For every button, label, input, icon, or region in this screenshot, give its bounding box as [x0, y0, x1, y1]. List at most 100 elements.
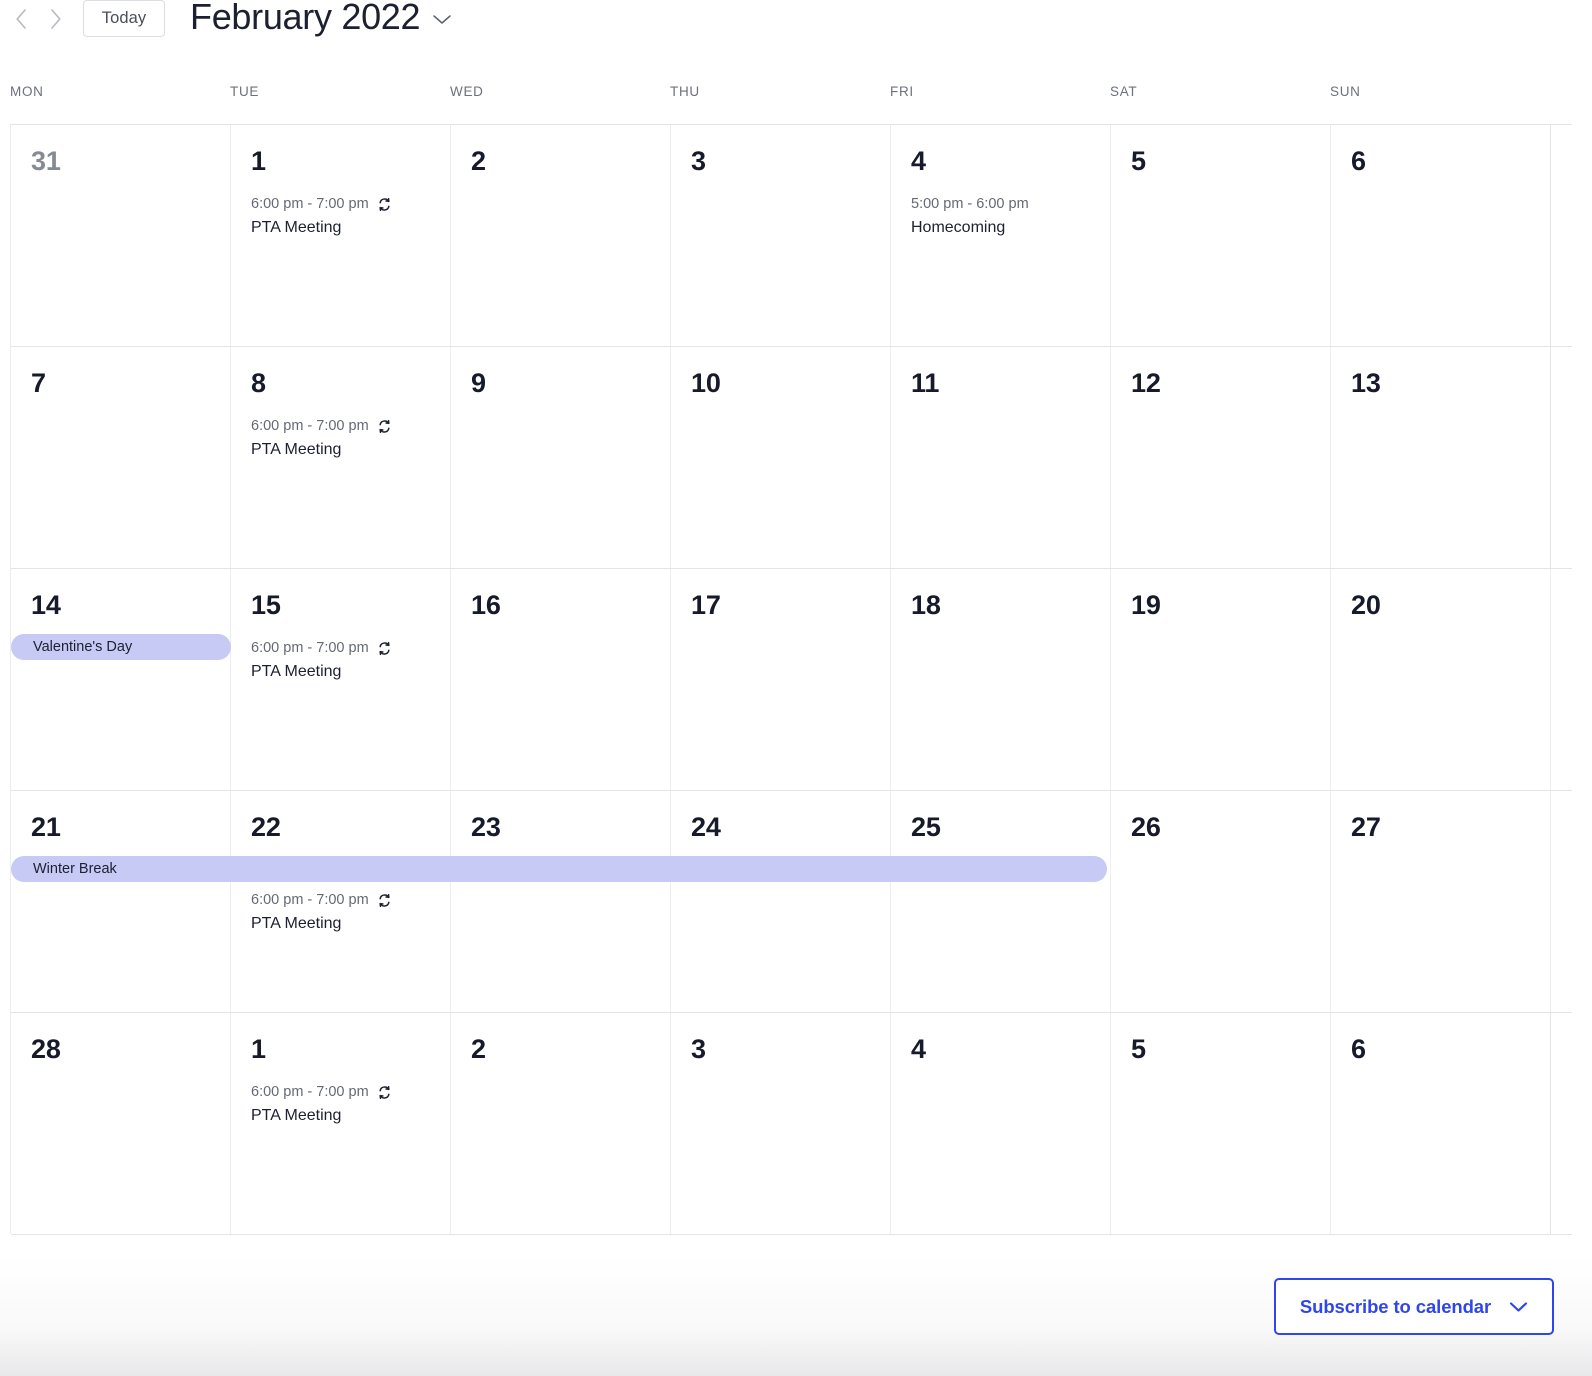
- day-number: 4: [911, 1034, 926, 1064]
- event-time: 6:00 pm - 7:00 pm: [251, 415, 430, 437]
- weekday-label-sat: SAT: [1110, 84, 1138, 99]
- all-day-event-label: Winter Break: [33, 861, 117, 877]
- calendar-day-cell[interactable]: 31: [11, 125, 231, 346]
- calendar-grid: 31 1 6:00 pm - 7:00 pm PTA Meeting 2 3 4 5:00 p…: [10, 124, 1572, 1235]
- calendar-week-row: 7 8 6:00 pm - 7:00 pm PTA Meeting 9 10 11 12 13: [11, 347, 1572, 569]
- calendar-day-cell[interactable]: 10: [671, 347, 891, 568]
- day-number: 1: [251, 1034, 266, 1064]
- prev-month-button[interactable]: [4, 2, 38, 36]
- calendar-day-cell[interactable]: 7: [11, 347, 231, 568]
- day-number: 19: [1131, 590, 1161, 620]
- day-number: 25: [911, 812, 941, 842]
- calendar-day-cell[interactable]: 25: [891, 791, 1111, 1012]
- calendar-day-cell[interactable]: 24: [671, 791, 891, 1012]
- calendar-day-cell[interactable]: 1 6:00 pm - 7:00 pm PTA Meeting: [231, 125, 451, 346]
- day-number: 5: [1131, 146, 1146, 176]
- calendar-day-cell[interactable]: 1 6:00 pm - 7:00 pm PTA Meeting: [231, 1013, 451, 1234]
- calendar-day-cell[interactable]: 3: [671, 125, 891, 346]
- day-number: 16: [471, 590, 501, 620]
- day-events-list: 6:00 pm - 7:00 pm PTA Meeting: [231, 415, 450, 468]
- day-number: 12: [1131, 368, 1161, 398]
- calendar-day-cell[interactable]: 11: [891, 347, 1111, 568]
- calendar-day-cell[interactable]: 6: [1331, 1013, 1551, 1234]
- calendar-day-cell[interactable]: 3: [671, 1013, 891, 1234]
- day-number: 31: [31, 146, 61, 176]
- day-number: 4: [911, 146, 926, 176]
- all-day-event-bar[interactable]: Winter Break: [11, 856, 1107, 882]
- day-number: 21: [31, 812, 61, 842]
- calendar-day-cell[interactable]: 28: [11, 1013, 231, 1234]
- event-time-text: 6:00 pm - 7:00 pm: [251, 1084, 369, 1100]
- day-number: 8: [251, 368, 266, 398]
- calendar-day-cell[interactable]: 23: [451, 791, 671, 1012]
- event-title: PTA Meeting: [251, 219, 342, 236]
- calendar-day-cell[interactable]: 4 5:00 pm - 6:00 pm Homecoming: [891, 125, 1111, 346]
- calendar-day-cell[interactable]: 26: [1111, 791, 1331, 1012]
- calendar-day-cell[interactable]: 4: [891, 1013, 1111, 1234]
- calendar-day-cell[interactable]: 16: [451, 569, 671, 790]
- calendar-day-cell[interactable]: 9: [451, 347, 671, 568]
- calendar-day-cell[interactable]: 19: [1111, 569, 1331, 790]
- calendar-day-cell[interactable]: 5: [1111, 1013, 1331, 1234]
- calendar-event[interactable]: 6:00 pm - 7:00 pm PTA Meeting: [231, 637, 450, 684]
- day-number: 22: [251, 812, 281, 842]
- calendar-event[interactable]: 6:00 pm - 7:00 pm PTA Meeting: [231, 889, 450, 936]
- calendar-day-cell[interactable]: 20: [1331, 569, 1551, 790]
- calendar-day-cell[interactable]: 2: [451, 1013, 671, 1234]
- day-number: 3: [691, 146, 706, 176]
- day-number: 27: [1351, 812, 1381, 842]
- day-number: 10: [691, 368, 721, 398]
- event-time: 6:00 pm - 7:00 pm: [251, 637, 430, 659]
- day-number: 6: [1351, 146, 1366, 176]
- calendar-event[interactable]: 6:00 pm - 7:00 pm PTA Meeting: [231, 415, 450, 462]
- calendar-event[interactable]: 6:00 pm - 7:00 pm PTA Meeting: [231, 1081, 450, 1128]
- chevron-down-icon: [432, 13, 452, 26]
- event-title: PTA Meeting: [251, 1107, 342, 1124]
- weekday-header-row: MON TUE WED THU FRI SAT SUN: [0, 84, 1592, 108]
- month-nav-controls: [4, 2, 72, 36]
- calendar-day-cell[interactable]: 5: [1111, 125, 1331, 346]
- event-title: PTA Meeting: [251, 663, 342, 680]
- calendar-day-cell[interactable]: 22 6:00 pm - 7:00 pm PTA Meeting: [231, 791, 451, 1012]
- calendar-day-cell[interactable]: 6: [1331, 125, 1551, 346]
- day-number: 23: [471, 812, 501, 842]
- calendar-event[interactable]: 6:00 pm - 7:00 pm PTA Meeting: [231, 193, 450, 240]
- weekday-label-fri: FRI: [890, 84, 914, 99]
- day-number: 20: [1351, 590, 1381, 620]
- weekday-label-wed: WED: [450, 84, 484, 99]
- recurring-event-icon: [377, 893, 392, 908]
- calendar-day-cell[interactable]: 8 6:00 pm - 7:00 pm PTA Meeting: [231, 347, 451, 568]
- calendar-day-cell[interactable]: 15 6:00 pm - 7:00 pm PTA Meeting: [231, 569, 451, 790]
- day-number: 11: [911, 368, 940, 398]
- recurring-event-icon: [377, 641, 392, 656]
- day-number: 24: [691, 812, 721, 842]
- recurring-event-icon: [377, 419, 392, 434]
- event-title: PTA Meeting: [251, 915, 342, 932]
- calendar-day-cell[interactable]: 27: [1331, 791, 1551, 1012]
- calendar-day-cell[interactable]: 17: [671, 569, 891, 790]
- calendar-day-cell[interactable]: 2: [451, 125, 671, 346]
- calendar-day-cell[interactable]: 21: [11, 791, 231, 1012]
- event-time-text: 6:00 pm - 7:00 pm: [251, 892, 369, 908]
- all-day-event-bar[interactable]: Valentine's Day: [11, 634, 231, 660]
- day-number: 18: [911, 590, 941, 620]
- month-title-dropdown[interactable]: February 2022: [190, 0, 452, 40]
- day-number: 13: [1351, 368, 1381, 398]
- calendar-day-cell[interactable]: 18: [891, 569, 1111, 790]
- next-month-button[interactable]: [38, 2, 72, 36]
- calendar-event[interactable]: 5:00 pm - 6:00 pm Homecoming: [891, 193, 1110, 240]
- calendar-day-cell[interactable]: 12: [1111, 347, 1331, 568]
- day-number: 2: [471, 1034, 486, 1064]
- calendar-week-row: 14 15 6:00 pm - 7:00 pm PTA Meeting 16 17 18 19…: [11, 569, 1572, 791]
- calendar-day-cell[interactable]: 14: [11, 569, 231, 790]
- day-number: 2: [471, 146, 486, 176]
- calendar-day-cell[interactable]: 13: [1331, 347, 1551, 568]
- chevron-left-icon: [14, 7, 29, 31]
- calendar-week-row: 31 1 6:00 pm - 7:00 pm PTA Meeting 2 3 4 5:00 p…: [11, 125, 1572, 347]
- calendar-toolbar: Today February 2022: [0, 0, 1592, 62]
- weekday-label-thu: THU: [670, 84, 700, 99]
- today-button[interactable]: Today: [83, 0, 165, 37]
- event-title: Homecoming: [911, 219, 1006, 236]
- page-title: February 2022: [190, 0, 421, 37]
- subscribe-to-calendar-button[interactable]: Subscribe to calendar: [1274, 1278, 1554, 1335]
